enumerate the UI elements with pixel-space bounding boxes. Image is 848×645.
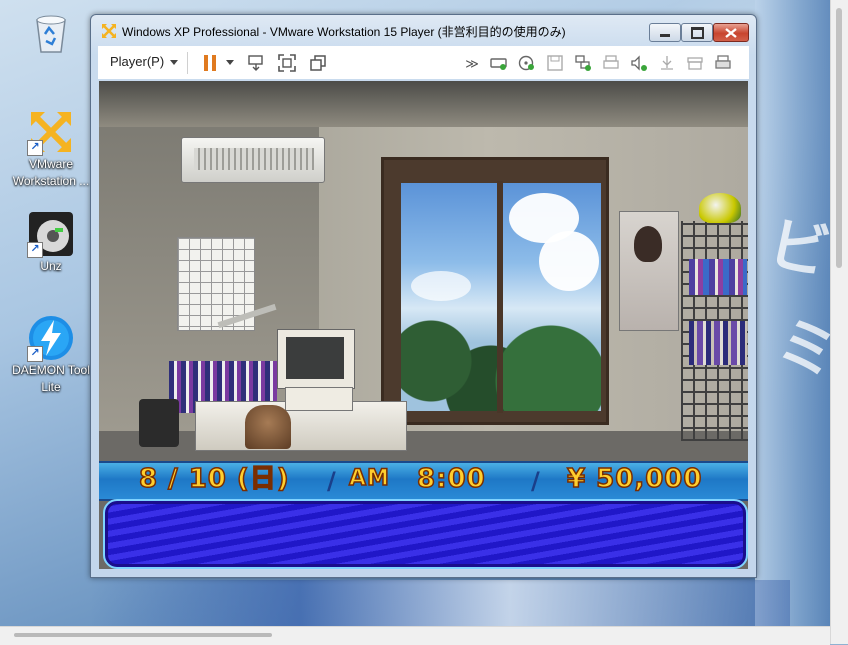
printer2-button[interactable] [714,54,732,72]
fullscreen-button[interactable] [278,54,296,72]
desktop-icon-label: Unz [40,259,62,273]
window-title: Windows XP Professional - VMware Worksta… [122,25,566,39]
game-date: 8 / 10 (日) [138,463,290,495]
desktop-icon-label: DAEMON Tool [12,363,90,377]
pause-icon [212,55,216,71]
close-button[interactable] [713,23,749,42]
scene-air-conditioner [181,137,325,183]
printer2-icon [715,55,731,69]
sound-icon [631,55,647,71]
player-menu[interactable]: Player(P) [110,54,164,69]
vmware-player-window: Windows XP Professional - VMware Worksta… [90,14,757,578]
double-chevron-right-icon: ≫ [465,56,479,71]
minimize-icon [660,34,670,37]
horizontal-scrollbar-thumb[interactable] [14,633,272,637]
unz-icon: ↗ [27,210,75,258]
desktop-icon-unz[interactable]: ↗ Unz [8,210,94,275]
shortcut-arrow-icon: ↗ [27,242,43,258]
send-ctrl-alt-del-icon [248,55,263,71]
chevron-down-icon[interactable] [226,60,234,65]
desktop-icon-label: Lite [41,380,61,394]
desktop-icon-label: Workstation ... [12,174,90,188]
close-icon [725,27,737,38]
scene-ceiling [99,81,748,127]
game-money: ¥ 50,000 [566,463,703,495]
game-message-box[interactable] [103,499,748,569]
scene-cloud [411,271,471,301]
usb-button[interactable] [658,54,676,72]
window-titlebar[interactable]: Windows XP Professional - VMware Worksta… [91,15,756,45]
pause-icon [204,55,208,71]
chevron-down-icon[interactable] [170,60,178,65]
scene-helmet [699,193,741,223]
printer-button[interactable] [602,54,620,72]
hard-disk-button[interactable] [490,54,508,72]
scene-books [689,321,747,365]
hard-disk-icon [490,58,507,70]
shortcut-arrow-icon: ↗ [27,346,43,362]
minimize-button[interactable] [649,23,681,42]
game-time: 8:00 [416,463,486,495]
drive-button[interactable] [686,54,704,72]
game-separator: / [327,467,336,495]
pause-button[interactable] [204,55,218,71]
scene-cloud [539,231,599,291]
send-ctrl-alt-del-button[interactable] [247,54,265,72]
vm-guest-screen[interactable]: 8 / 10 (日) / AM 8:00 / ¥ 50,000 [99,81,748,569]
scene-speaker [139,399,179,447]
daemon-tools-icon: ↗ [27,314,75,362]
scene-chair [245,405,291,449]
expand-devices-button[interactable]: ≫ [463,54,481,72]
scene-window-mullion [497,181,503,413]
desktop-icon-recycle-bin[interactable] [8,8,94,56]
game-separator: / [531,467,540,495]
scene-books [689,259,747,295]
floppy-icon [547,55,563,71]
sound-button[interactable] [630,54,648,72]
vmware-workstation-icon: ↗ [27,108,75,156]
network-icon [575,55,591,71]
cd-dvd-icon [518,55,534,71]
desktop-icon-label: VMware [28,157,73,171]
maximize-button[interactable] [681,23,713,42]
recycle-bin-icon [27,8,75,56]
printer-icon [603,55,619,69]
cd-dvd-button[interactable] [518,54,536,72]
player-toolbar: Player(P) ≫ [98,46,749,79]
desktop-icon-vmware[interactable]: ↗ VMware Workstation ... [8,108,94,190]
scene-pc [285,387,353,411]
unity-button[interactable] [309,54,327,72]
unity-icon [310,55,326,71]
scene-monitor [277,329,355,389]
desktop-icon-daemon-tools[interactable]: ↗ DAEMON Tool Lite [8,314,94,396]
shortcut-arrow-icon: ↗ [27,140,43,156]
maximize-icon [690,26,704,39]
network-button[interactable] [574,54,592,72]
floppy-button[interactable] [546,54,564,72]
vmware-app-icon [101,23,117,39]
vertical-scrollbar-thumb[interactable] [836,8,842,268]
game-ampm: AM [348,465,390,492]
usb-icon [661,56,673,70]
drive-icon [687,57,703,70]
toolbar-divider [187,52,188,74]
fullscreen-icon [278,54,296,72]
scene-poster [619,211,679,331]
